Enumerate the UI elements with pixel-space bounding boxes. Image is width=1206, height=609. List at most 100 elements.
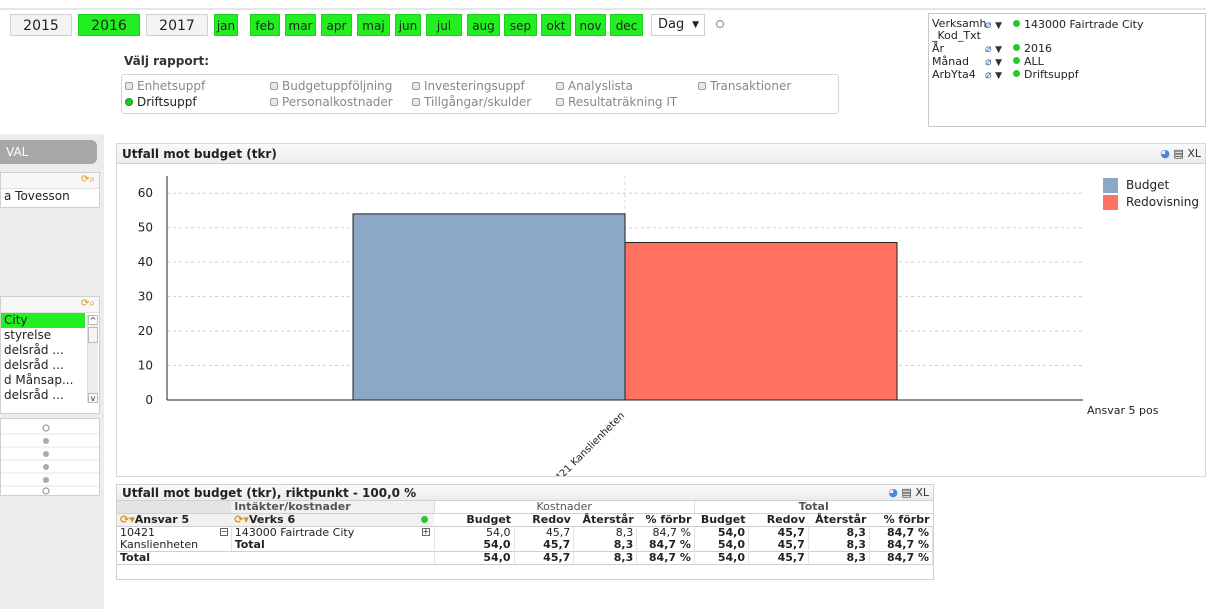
option-led-icon: [698, 82, 706, 90]
option-led-icon: [270, 98, 278, 106]
report-option-driftsuppf[interactable]: Driftsuppf: [125, 94, 205, 110]
year-button-2015[interactable]: 2015: [10, 14, 72, 36]
selection-field-verksamh-cont: _Kod_Txt: [932, 29, 981, 42]
selection-tools[interactable]: ⌀ ▼: [985, 18, 1002, 31]
cycle-icon[interactable]: ⟳▾: [234, 513, 249, 526]
y-tick-label: 50: [138, 221, 153, 235]
cycle-icon[interactable]: ⟳▾: [120, 513, 135, 526]
selected-led-icon: [1013, 44, 1020, 51]
chart-title: Utfall mot budget (tkr): [122, 147, 277, 161]
list-item[interactable]: a Tovesson: [1, 189, 99, 204]
cell: 8,3: [573, 539, 638, 552]
legend-label-budget: Budget: [1126, 178, 1169, 192]
x-axis-label: Ansvar 5 pos: [1087, 404, 1159, 417]
export-icon[interactable]: ◕: [888, 486, 898, 499]
entity-listbox: ⟳⌕ City styrelse delsråd ... delsråd ...…: [0, 296, 100, 414]
selection-value-verksamh: 143000 Fairtrade City: [1013, 18, 1144, 31]
eraser-icon[interactable]: ⌀: [985, 42, 992, 55]
verks-cell[interactable]: 143000 Fairtrade City +: [231, 526, 435, 539]
subtotal-label: Total: [231, 539, 435, 552]
month-button-nov[interactable]: nov: [575, 14, 606, 36]
list-item[interactable]: delsråd ...: [1, 388, 85, 403]
month-button-aug[interactable]: aug: [467, 14, 500, 36]
cell: 45,7: [748, 551, 809, 565]
collapse-icon[interactable]: −: [219, 528, 228, 536]
dropdown-arrow-icon[interactable]: ▼: [995, 45, 1002, 55]
col-header: % förbr: [636, 513, 695, 527]
month-button-jun[interactable]: jun: [395, 14, 421, 36]
report-option-transaktioner[interactable]: Transaktioner: [698, 78, 791, 94]
dropdown-arrow-icon[interactable]: ▼: [995, 21, 1002, 31]
report-option-budgetuppfoljning[interactable]: Budgetuppföljning: [270, 78, 393, 94]
dim-header-verks[interactable]: ⟳▾Verks 6: [231, 513, 434, 527]
list-item[interactable]: delsråd ...: [1, 358, 85, 373]
search-icon[interactable]: ⟳⌕: [81, 298, 95, 309]
current-selections-box: Verksamh _Kod_Txt År Månad ArbYta4 ⌀ ▼ 1…: [928, 13, 1206, 127]
selected-led-icon: [1013, 57, 1020, 64]
report-label: Välj rapport:: [124, 54, 210, 68]
search-icon[interactable]: ⟳⌕: [81, 174, 95, 185]
eraser-icon[interactable]: ⌀: [985, 68, 992, 81]
month-button-jul[interactable]: jul: [426, 14, 462, 36]
year-button-2016[interactable]: 2016: [78, 14, 140, 36]
group-header-total: Total: [693, 501, 933, 514]
month-button-feb[interactable]: feb: [250, 14, 280, 36]
month-button-dec[interactable]: dec: [610, 14, 643, 36]
scroll-up-icon[interactable]: ^: [88, 315, 98, 325]
month-button-maj[interactable]: maj: [357, 14, 390, 36]
month-button-apr[interactable]: apr: [321, 14, 352, 36]
dropdown-arrow-icon[interactable]: ▼: [995, 58, 1002, 68]
export-icon[interactable]: ◕: [1160, 147, 1170, 160]
eraser-icon[interactable]: ⌀: [985, 55, 992, 68]
table-toolbar: ◕ ▤ XL: [888, 485, 929, 501]
selected-led-icon: [1013, 20, 1020, 27]
selection-field-manad: Månad: [932, 55, 969, 68]
list-item[interactable]: delsråd ...: [1, 343, 85, 358]
scroll-down-icon[interactable]: v: [88, 393, 98, 403]
selection-tools[interactable]: ⌀ ▼: [985, 55, 1002, 68]
col-header: Redov: [514, 513, 574, 527]
cell: 84,7 %: [869, 539, 934, 552]
list-item[interactable]: d Månsap...: [1, 373, 85, 388]
cell: 45,7: [514, 539, 575, 552]
excel-icon[interactable]: XL: [1187, 147, 1201, 160]
print-icon[interactable]: ▤: [901, 486, 911, 499]
cell: 84,7 %: [636, 539, 695, 552]
print-icon[interactable]: ▤: [1173, 147, 1183, 160]
selection-tools[interactable]: ⌀ ▼: [985, 42, 1002, 55]
scrollbar[interactable]: ^ v: [87, 315, 98, 403]
table-row-total: Total 54,0 45,7 8,3 84,7 % 54,0 45,7 8,3…: [117, 551, 934, 565]
selection-value-ar: 2016: [1013, 42, 1052, 55]
eraser-icon[interactable]: ⌀: [985, 18, 992, 31]
dropdown-arrow-icon[interactable]: ▼: [995, 71, 1002, 81]
expand-icon[interactable]: +: [421, 528, 430, 536]
scroll-thumb[interactable]: [88, 327, 98, 343]
table-title: Utfall mot budget (tkr), riktpunkt - 100…: [122, 486, 417, 500]
chart-panel: Utfall mot budget (tkr) ◕ ▤ XL 0 10 20 30 40…: [116, 143, 1206, 493]
y-tick-label: 40: [138, 255, 153, 269]
report-option-investeringsuppf[interactable]: Investeringsuppf: [412, 78, 531, 94]
ansvar-cell[interactable]: 10421 Kanslienheten −: [117, 526, 232, 552]
list-item[interactable]: City: [1, 313, 85, 328]
selection-tools[interactable]: ⌀ ▼: [985, 68, 1002, 81]
period-dropdown[interactable]: Dag ▼: [651, 14, 705, 36]
report-option-enhetsuppf[interactable]: Enhetsuppf: [125, 78, 205, 94]
val-button[interactable]: VAL: [0, 140, 97, 164]
report-option-tillgangar-skulder[interactable]: Tillgångar/skulder: [412, 94, 531, 110]
option-led-icon: [412, 82, 420, 90]
dim-header-ansvar[interactable]: ⟳▾Ansvar 5: [117, 513, 232, 527]
list-item[interactable]: styrelse: [1, 328, 85, 343]
dropdown-arrow-icon: ▼: [692, 20, 699, 30]
y-tick-label: 10: [138, 359, 153, 373]
report-option-personalkostnader[interactable]: Personalkostnader: [270, 94, 393, 110]
month-button-jan[interactable]: jan: [214, 14, 238, 36]
year-button-2017[interactable]: 2017: [146, 14, 208, 36]
excel-icon[interactable]: XL: [915, 486, 929, 499]
month-button-okt[interactable]: okt: [541, 14, 571, 36]
month-button-sep[interactable]: sep: [504, 14, 537, 36]
report-option-analyslista[interactable]: Analyslista: [556, 78, 677, 94]
clear-circle-icon[interactable]: [713, 17, 727, 31]
y-tick-label: 60: [138, 186, 153, 200]
month-button-mar[interactable]: mar: [285, 14, 316, 36]
report-option-resultatrakning-it[interactable]: Resultaträkning IT: [556, 94, 677, 110]
